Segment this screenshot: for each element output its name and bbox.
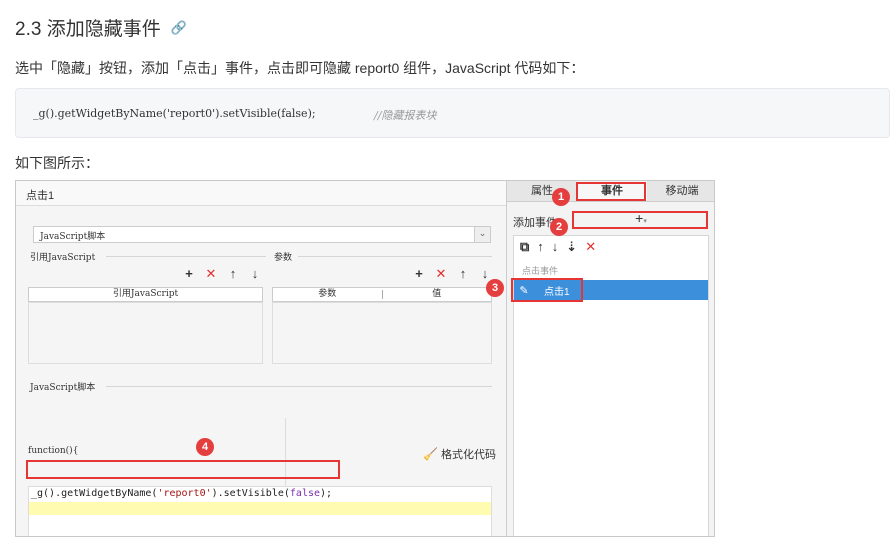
arrow-up-icon[interactable]: ↑ [456,266,470,282]
highlight-code-line [26,460,340,479]
section-title: 2.3 添加隐藏事件 🔗 [15,14,187,41]
event-title-bar: 点击1 [16,181,506,206]
ref-js-label: 引用JavaScript [30,253,96,263]
param-table-body[interactable] [272,302,492,364]
step-marker-3: 3 [486,279,504,297]
ref-table-header: 引用JavaScript [28,287,263,302]
section-title-text: 2.3 添加隐藏事件 [15,19,161,40]
figure-caption: 如下图所示： [15,155,99,171]
code-token: ).setVisible( [211,488,290,499]
sort-down-icon[interactable]: ⇣ [566,239,577,255]
divider [298,256,492,257]
step-marker-4: 4 [196,438,214,456]
delete-icon[interactable]: ✕ [434,266,448,282]
param-table-header: 参数 值 [272,287,492,302]
format-code-button[interactable]: 🧹 格式化代码 [423,446,496,462]
current-line-highlight [29,502,491,515]
event-group-label: 点击事件 [522,266,559,276]
code-block: _g().getWidgetByName('report0').setVisib… [15,88,890,138]
code-token: ); [320,488,333,499]
event-title: 点击1 [26,190,55,202]
code-keyword: false [289,488,321,499]
script-section-label: JavaScript脚本 [30,383,96,393]
column-header-ref-js: 引用JavaScript [112,289,179,299]
format-code-label: 格式化代码 [440,449,496,461]
code-comment: //隐藏报表块 [374,109,437,122]
link-icon[interactable]: 🔗 [171,20,187,36]
code-token: _g().getWidgetByName( [31,488,158,499]
param-label: 参数 [274,253,293,263]
script-type-value: JavaScript脚本 [40,232,106,242]
script-editor-panel: JavaScript脚本 ⌄ 引用JavaScript 参数 + ✕ ↑ ↓ +… [16,206,506,536]
delete-icon[interactable]: ✕ [204,266,218,282]
divider [106,386,492,387]
step-marker-2: 2 [550,218,568,236]
arrow-down-icon[interactable]: ↓ [248,266,262,282]
delete-icon[interactable]: ✕ [585,239,596,255]
chevron-down-icon[interactable]: ⌄ [474,227,490,242]
highlight-events-tab [576,182,646,201]
arrow-up-icon[interactable]: ↑ [537,239,544,255]
intro-text: 选中「隐藏」按钮，添加「点击」事件，点击即可隐藏 report0 组件，Java… [15,60,585,76]
broom-icon: 🧹 [423,447,438,461]
event-toolbar: ⧉ ↑ ↓ ⇣ ✕ [520,239,596,255]
add-icon[interactable]: + [182,266,196,282]
code-editor[interactable]: _g().getWidgetByName('report0').setVisib… [28,486,492,536]
ref-toolbar: + ✕ ↑ ↓ [182,266,262,282]
script-type-select[interactable]: JavaScript脚本 ⌄ [33,226,491,243]
code-string: 'report0' [157,488,212,499]
column-header-param: 参数 [318,289,337,299]
column-header-value: 值 [432,289,442,299]
copy-icon[interactable]: ⧉ [520,239,529,255]
highlight-add-event [572,211,708,229]
divider [106,256,266,257]
code-line: _g().getWidgetByName('report0').setVisib… [33,107,316,120]
highlight-event-item [511,278,583,302]
ref-table-body[interactable] [28,302,263,364]
arrow-up-icon[interactable]: ↑ [226,266,240,282]
step-marker-1: 1 [552,188,570,206]
tab-mobile[interactable]: 移动端 [647,181,714,201]
arrow-down-icon[interactable]: ↓ [552,239,559,255]
add-icon[interactable]: + [412,266,426,282]
function-signature: function(){ [28,446,79,456]
screenshot-panel: 点击1 JavaScript脚本 ⌄ 引用JavaScript 参数 + ✕ ↑… [15,180,715,537]
property-panel: 属性 事件 移动端 添加事件 +▾ ⧉ ↑ ↓ ⇣ ✕ 点击事件 ✎ 点击1 [506,181,714,536]
param-toolbar: + ✕ ↑ ↓ [412,266,492,282]
editor-code-line: _g().getWidgetByName('report0').setVisib… [31,488,332,499]
